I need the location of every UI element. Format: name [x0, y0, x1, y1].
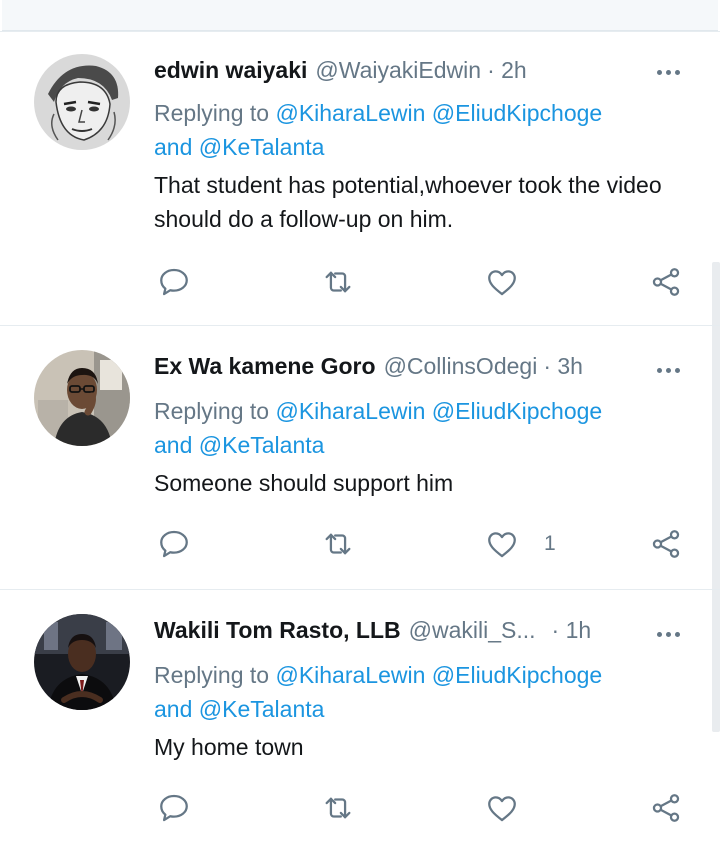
mention-link[interactable]: @KiharaLewin: [275, 662, 425, 688]
author-handle[interactable]: @WaiyakiEdwin: [315, 57, 481, 84]
like-icon[interactable]: [482, 788, 522, 828]
photo-avatar: [34, 614, 130, 710]
replying-to: Replying to @KiharaLewin @EliudKipchoge …: [154, 96, 674, 164]
replying-to-label: Replying to: [154, 662, 270, 688]
author-name[interactable]: Ex Wa kamene Goro: [154, 353, 376, 380]
mention-link[interactable]: @KiharaLewin: [275, 100, 425, 126]
share-icon[interactable]: [646, 788, 686, 828]
reply-icon[interactable]: [154, 524, 194, 564]
retweet-icon[interactable]: [318, 524, 358, 564]
mention-link[interactable]: @KeTalanta: [199, 134, 325, 160]
tweet-3[interactable]: Wakili Tom Rasto, LLB @wakili_S... · 1h …: [0, 590, 720, 848]
and-label[interactable]: and: [154, 134, 192, 160]
reply-icon[interactable]: [154, 262, 194, 302]
previous-content-band: [0, 0, 720, 32]
avatar[interactable]: [34, 350, 130, 446]
more-icon[interactable]: [648, 60, 688, 84]
mention-link[interactable]: @EliudKipchoge: [432, 398, 602, 424]
replying-to: Replying to @KiharaLewin @EliudKipchoge …: [154, 658, 674, 726]
retweet-icon[interactable]: [318, 262, 358, 302]
sketch-portrait-avatar: [34, 54, 130, 150]
more-icon[interactable]: [648, 358, 688, 382]
and-label[interactable]: and: [154, 696, 192, 722]
like-count: 1: [544, 532, 556, 555]
avatar[interactable]: [34, 614, 130, 710]
avatar[interactable]: [34, 54, 130, 150]
like-icon[interactable]: [482, 262, 522, 302]
more-icon[interactable]: [648, 622, 688, 646]
mention-link[interactable]: @EliudKipchoge: [432, 100, 602, 126]
reply-icon[interactable]: [154, 788, 194, 828]
mention-link[interactable]: @KeTalanta: [199, 696, 325, 722]
tweet-text: That student has potential,whoever took …: [154, 172, 662, 232]
replying-to-label: Replying to: [154, 100, 270, 126]
mention-link[interactable]: @KiharaLewin: [275, 398, 425, 424]
timestamp[interactable]: · 2h: [487, 57, 527, 84]
author-name[interactable]: Wakili Tom Rasto, LLB: [154, 617, 401, 644]
mention-link[interactable]: @KeTalanta: [199, 432, 325, 458]
photo-avatar: [34, 350, 130, 446]
tweet-2[interactable]: Ex Wa kamene Goro @CollinsOdegi · 3h Rep…: [0, 326, 720, 590]
replying-to: Replying to @KiharaLewin @EliudKipchoge …: [154, 394, 674, 462]
tweet-header: Ex Wa kamene Goro @CollinsOdegi · 3h: [154, 350, 583, 382]
and-label[interactable]: and: [154, 432, 192, 458]
previous-content-strip: [2, 0, 718, 31]
share-icon[interactable]: [646, 524, 686, 564]
tweet-text: My home town: [154, 734, 304, 760]
mention-link[interactable]: @EliudKipchoge: [432, 662, 602, 688]
tweet-header: Wakili Tom Rasto, LLB @wakili_S... · 1h: [154, 614, 591, 646]
author-name[interactable]: edwin waiyaki: [154, 57, 307, 84]
tweet-text: Someone should support him: [154, 470, 454, 496]
share-icon[interactable]: [646, 262, 686, 302]
like-icon[interactable]: [482, 524, 522, 564]
timestamp[interactable]: · 3h: [543, 353, 583, 380]
retweet-icon[interactable]: [318, 788, 358, 828]
timestamp[interactable]: · 1h: [552, 617, 592, 644]
author-handle[interactable]: @wakili_S...: [409, 617, 536, 644]
tweet-1[interactable]: edwin waiyaki @WaiyakiEdwin · 2h Replyin…: [0, 32, 720, 326]
tweet-header: edwin waiyaki @WaiyakiEdwin · 2h: [154, 54, 527, 86]
replying-to-label: Replying to: [154, 398, 270, 424]
author-handle[interactable]: @CollinsOdegi: [384, 353, 538, 380]
